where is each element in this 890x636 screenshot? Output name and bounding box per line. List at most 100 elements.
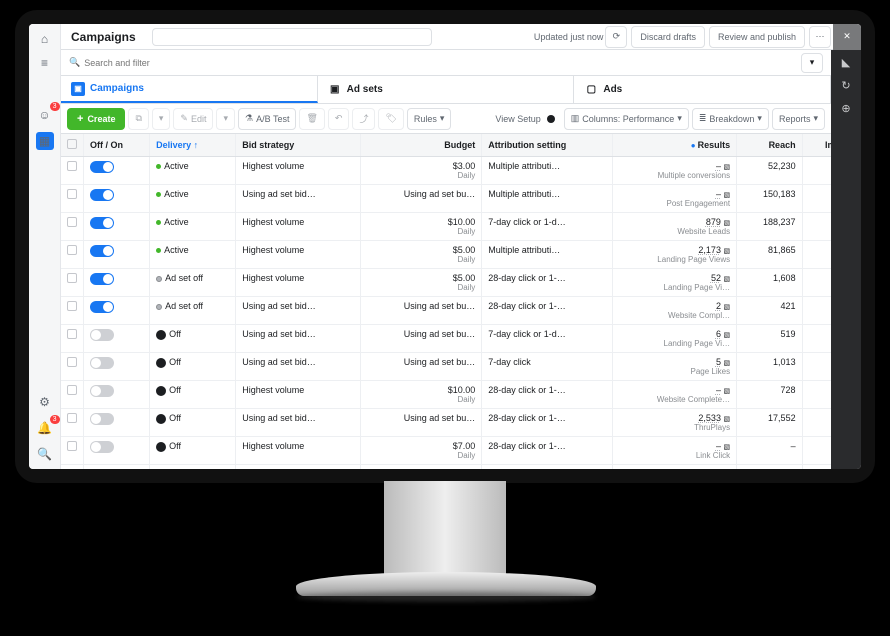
title-search-input[interactable] [152,28,432,46]
settings-icon[interactable]: ⚙ [36,393,54,411]
table-row[interactable]: ActiveUsing ad set bid…Using ad set bu…M… [61,185,831,213]
delete-button[interactable]: 🗑 [299,108,324,130]
export-button[interactable]: ⤴ [352,108,375,130]
home-icon[interactable]: ⌂ [36,30,54,48]
row-checkbox[interactable] [67,161,77,171]
viewsetup-toggle[interactable]: View Setup [489,108,560,130]
row-toggle[interactable] [90,245,114,257]
table-row[interactable]: OffUsing ad set bid…Using ad set bu…7-da… [61,325,831,353]
table-row[interactable]: OffHighest volume$7.00Daily28-day click … [61,465,831,470]
cell-reach: 188,237 [737,213,802,241]
row-checkbox[interactable] [67,413,77,423]
search-icon[interactable]: 🔍 [36,445,54,463]
row-checkbox[interactable] [67,245,77,255]
cell-attr: 28-day click or 1-… [482,437,613,465]
col-reach[interactable]: Reach [737,134,802,157]
cell-budget: Using ad set bu… [360,409,482,437]
table-row[interactable]: OffUsing ad set bid…Using ad set bu…28-d… [61,409,831,437]
status-dot-icon [156,330,166,340]
row-toggle[interactable] [90,189,114,201]
adset-icon: ▣ [328,83,342,97]
search-dropdown-icon[interactable]: ▾ [801,53,823,73]
flask-icon: ⚗ [245,113,253,124]
row-toggle[interactable] [90,385,114,397]
table-row[interactable]: OffHighest volume$7.00Daily28-day click … [61,437,831,465]
cell-budget: Using ad set bu… [360,185,482,213]
status-dot-icon [156,442,166,452]
tab-ads[interactable]: ▢ Ads [574,76,831,103]
edit-caret[interactable]: ▾ [216,108,235,130]
col-attr[interactable]: Attribution setting [482,134,613,157]
columns-button[interactable]: ▥ Columns: Performance ▾ [564,108,689,130]
more-icon[interactable]: ⋯ [809,26,831,48]
cell-attr: 7-day click or 1-d… [482,213,613,241]
col-checkbox[interactable] [61,134,84,157]
table-row[interactable]: Ad set offUsing ad set bid…Using ad set … [61,297,831,325]
review-publish-button[interactable]: Review and publish [709,26,805,48]
cell-reach: 519 [737,325,802,353]
cell-delivery: Active [150,213,236,241]
expand-icon[interactable]: ⊕ [841,102,850,115]
row-checkbox[interactable] [67,189,77,199]
rules-button[interactable]: Rules ▾ [407,108,452,130]
status-dot-icon [156,248,161,253]
table-view-icon[interactable]: ▦ [36,132,54,150]
table-row[interactable]: ActiveHighest volume$3.00DailyMultiple a… [61,157,831,185]
row-checkbox[interactable] [67,385,77,395]
table-row[interactable]: OffUsing ad set bid…Using ad set bu…7-da… [61,353,831,381]
row-checkbox[interactable] [67,301,77,311]
abtest-button[interactable]: ⚗A/B Test [238,108,296,130]
edit-button[interactable]: ✎Edit [173,108,213,130]
duplicate-button[interactable]: ⧉ [128,108,148,130]
col-results[interactable]: ●Results [613,134,737,157]
cell-delivery: Off [150,381,236,409]
duplicate-caret[interactable]: ▾ [152,108,171,130]
alerts-icon[interactable]: 🔔 [36,419,54,437]
menu-icon[interactable]: ≡ [36,54,54,72]
row-toggle[interactable] [90,273,114,285]
breakdown-icon: ≣ [699,113,707,124]
row-toggle[interactable] [90,441,114,453]
tab-adsets[interactable]: ▣ Ad sets [318,76,575,103]
row-checkbox[interactable] [67,357,77,367]
col-offon[interactable]: Off / On [84,134,150,157]
chart-icon[interactable]: ◣ [842,56,850,69]
history-icon[interactable]: ↻ [841,79,850,92]
notifications-icon[interactable]: ☺ [36,106,54,124]
table-row[interactable]: ActiveHighest volume$5.00DailyMultiple a… [61,241,831,269]
col-delivery[interactable]: Delivery ↑ [150,134,236,157]
table-row[interactable]: Ad set offHighest volume$5.00Daily28-day… [61,269,831,297]
row-checkbox[interactable] [67,273,77,283]
tag-button[interactable]: 🏷 [378,108,403,130]
campaigns-table-wrap[interactable]: Off / On Delivery ↑ Bid strategy Budget … [61,134,831,469]
table-row[interactable]: OffHighest volume$10.00Daily28-day click… [61,381,831,409]
cell-results: 879 ▧Website Leads [613,213,737,241]
close-icon[interactable]: ✕ [833,24,861,50]
undo-button[interactable]: ↶ [328,108,350,130]
row-checkbox[interactable] [67,217,77,227]
cell-budget: $5.00Daily [360,241,482,269]
col-impr[interactable]: Impre [802,134,831,157]
row-toggle[interactable] [90,329,114,341]
row-toggle[interactable] [90,413,114,425]
row-toggle[interactable] [90,217,114,229]
cell-attr: 28-day click or 1-… [482,381,613,409]
col-budget[interactable]: Budget [360,134,482,157]
discard-drafts-button[interactable]: Discard drafts [631,26,705,48]
breakdown-button[interactable]: ≣ Breakdown ▾ [692,108,769,130]
refresh-icon[interactable]: ⟳ [605,26,627,48]
row-checkbox[interactable] [67,441,77,451]
row-toggle[interactable] [90,357,114,369]
cell-attr: 28-day click or 1-… [482,465,613,470]
cell-bid: Highest volume [236,213,360,241]
reports-button[interactable]: Reports ▾ [772,108,825,130]
left-nav-rail: ≡ ☺ ▦ ⚙ 🔔 🔍 [29,50,61,469]
row-checkbox[interactable] [67,329,77,339]
row-toggle[interactable] [90,161,114,173]
col-bid[interactable]: Bid strategy [236,134,360,157]
search-input[interactable] [84,54,797,72]
create-button[interactable]: +Create [67,108,125,130]
tab-campaigns[interactable]: ▣ Campaigns [61,76,318,103]
row-toggle[interactable] [90,301,114,313]
table-row[interactable]: ActiveHighest volume$10.00Daily7-day cli… [61,213,831,241]
